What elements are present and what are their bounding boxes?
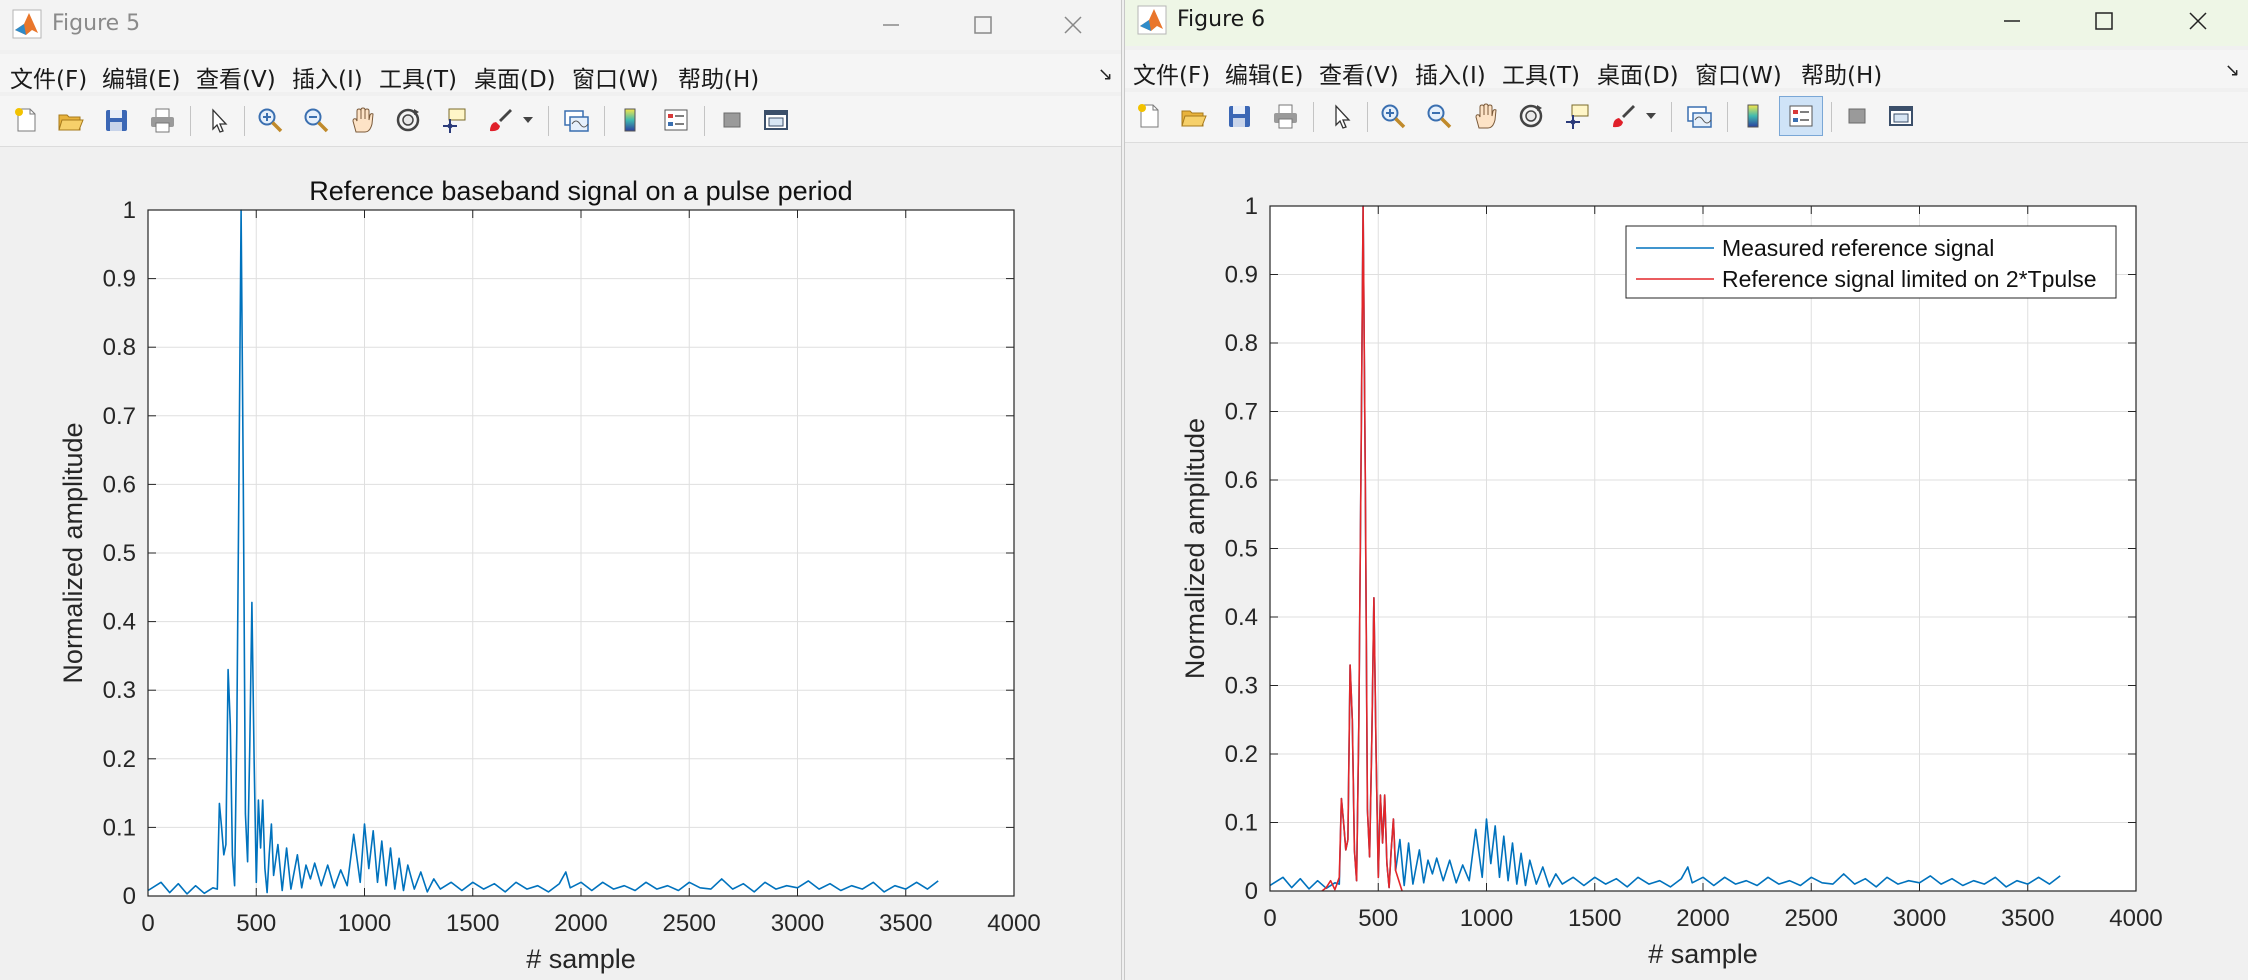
x-tick-label: 1500 xyxy=(446,910,499,937)
x-tick-label: 0 xyxy=(141,910,154,937)
legend-entry-1: Measured reference signal xyxy=(1722,235,1994,261)
y-tick-label: 0.9 xyxy=(1225,262,1258,289)
y-tick-label: 0.4 xyxy=(1225,604,1258,631)
x-tick-label: 1000 xyxy=(1460,905,1513,932)
chart-title: Reference baseband signal on a pulse per… xyxy=(309,176,852,206)
y-tick-label: 0.2 xyxy=(1225,741,1258,768)
y-tick-label: 0.7 xyxy=(103,403,136,430)
y-tick-label: 0.7 xyxy=(1225,399,1258,426)
y-tick-label: 0.3 xyxy=(1225,673,1258,700)
y-tick-label: 0.1 xyxy=(1225,810,1258,837)
y-tick-label: 0.5 xyxy=(1225,536,1258,563)
y-tick-label: 0.4 xyxy=(103,609,136,636)
figure-6-window: Figure 6 文件(F) 编辑(E) 查看(V) 插入(I) 工具(T) 桌… xyxy=(1124,0,2248,980)
x-tick-label: 0 xyxy=(1263,905,1276,932)
x-tick-label: 4000 xyxy=(2109,905,2162,932)
y-tick-label: 0.8 xyxy=(1225,330,1258,357)
y-tick-label: 0.8 xyxy=(103,334,136,361)
x-tick-label: 3500 xyxy=(879,910,932,937)
x-tick-label: 1000 xyxy=(338,910,391,937)
figure-6-plot[interactable]: 0 500 1000 1500 2000 2500 3000 3500 4000 0 0.1 0.2 0… xyxy=(1125,0,2248,980)
x-axis-label: # sample xyxy=(1648,939,1758,969)
y-tick-label: 0.6 xyxy=(1225,467,1258,494)
y-tick-label: 0.5 xyxy=(103,540,136,567)
y-axis-label: Normalized amplitude xyxy=(58,422,88,683)
x-tick-label: 2000 xyxy=(1676,905,1729,932)
x-tick-label: 3000 xyxy=(1893,905,1946,932)
x-tick-label: 500 xyxy=(236,910,276,937)
x-tick-label: 3500 xyxy=(2001,905,2054,932)
y-tick-label: 0.3 xyxy=(103,677,136,704)
x-axis-label: # sample xyxy=(526,944,636,974)
y-axis-label: Normalized amplitude xyxy=(1180,418,1210,679)
y-tick-label: 0.6 xyxy=(103,471,136,498)
x-tick-label: 2000 xyxy=(554,910,607,937)
y-tick-label: 0.9 xyxy=(103,266,136,293)
y-tick-label: 0 xyxy=(123,883,136,910)
x-tick-label: 2500 xyxy=(663,910,716,937)
y-tick-label: 1 xyxy=(1245,193,1258,220)
y-tick-label: 0 xyxy=(1245,878,1258,905)
x-tick-label: 3000 xyxy=(771,910,824,937)
y-tick-label: 1 xyxy=(123,197,136,224)
figure-5-window: Figure 5 文件(F) 编辑(E) 查看(V) 插入(I) 工具(T) 桌… xyxy=(0,0,1122,980)
x-tick-label: 500 xyxy=(1358,905,1398,932)
legend-entry-2: Reference signal limited on 2*Tpulse xyxy=(1722,266,2097,292)
y-tick-label: 0.2 xyxy=(103,746,136,773)
y-tick-label: 0.1 xyxy=(103,814,136,841)
x-tick-label: 2500 xyxy=(1785,905,1838,932)
x-tick-label: 1500 xyxy=(1568,905,1621,932)
x-tick-label: 4000 xyxy=(987,910,1040,937)
figure-5-plot[interactable]: 0 500 1000 1500 2000 2500 3000 3500 4000 0 0.1 0.2 0… xyxy=(0,0,1122,980)
